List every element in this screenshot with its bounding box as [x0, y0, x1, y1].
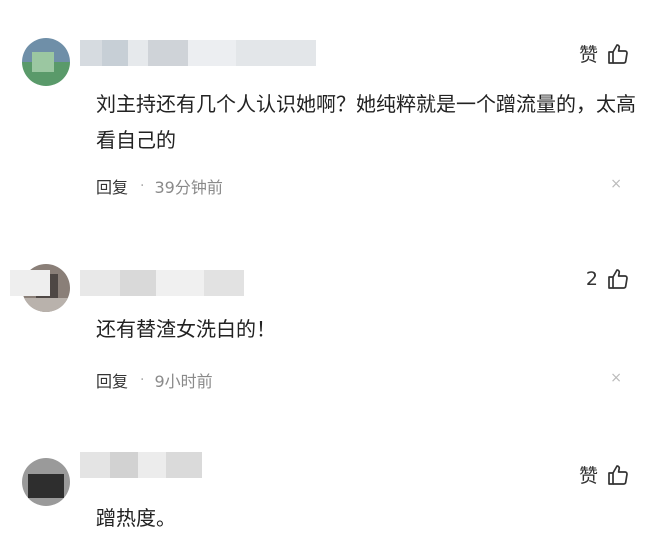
- like-label: 赞: [578, 465, 598, 487]
- comment-actions: 回复 · 39分钟前: [96, 174, 223, 198]
- comment-text: 蹭热度。: [96, 506, 176, 530]
- like-label: 赞: [578, 44, 598, 66]
- like-button[interactable]: 赞: [579, 461, 630, 488]
- comment-time: 39分钟前: [154, 178, 223, 197]
- reply-button[interactable]: 回复: [96, 368, 128, 392]
- comment-text: 还有替渣女洗白的！: [96, 317, 276, 341]
- reply-button[interactable]: 回复: [96, 174, 128, 198]
- comment-actions: 回复 · 9小时前: [96, 368, 213, 392]
- thumbs-up-icon: [606, 463, 630, 487]
- separator-dot: ·: [140, 178, 145, 194]
- close-icon[interactable]: ×: [610, 370, 622, 386]
- close-icon[interactable]: ×: [610, 176, 622, 192]
- thumbs-up-icon: [606, 42, 630, 66]
- avatar[interactable]: [22, 38, 70, 86]
- comment-text: 刘主持还有几个人认识她啊？她纯粹就是一个蹭流量的，太高看自己的: [96, 92, 636, 152]
- thumbs-up-icon: [606, 267, 630, 291]
- separator-dot: ·: [140, 372, 145, 388]
- comment-time: 9小时前: [154, 372, 213, 391]
- like-button[interactable]: 赞: [579, 40, 630, 67]
- like-count: 2: [585, 268, 598, 290]
- avatar[interactable]: [22, 458, 70, 506]
- like-button[interactable]: 2: [586, 267, 630, 291]
